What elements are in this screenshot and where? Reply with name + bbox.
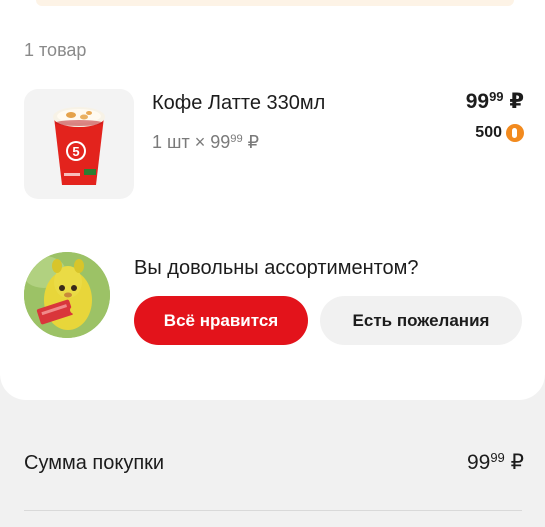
qty-currency: ₽ [242,132,260,152]
sum-rub: 99 [466,451,491,475]
suggestions-button[interactable]: Есть пожелания [320,296,522,345]
qty-text: 1 шт × 99 [152,132,231,152]
purchase-sum-value: 9999 ₽ [467,450,524,475]
order-card: 1 товар 5 Кофе Латте 330мл 1 шт × 9999 ₽… [0,0,545,400]
sum-currency: ₽ [504,451,524,475]
item-count: 1 товар [24,40,87,60]
price-currency: ₽ [503,90,524,114]
price-rub: 99 [465,90,490,114]
qty-kopecks: 99 [230,132,243,145]
feedback-question: Вы довольны ассортиментом? [134,257,419,279]
pear-mascot-avatar [24,252,110,338]
svg-text:5: 5 [72,144,79,159]
coffee-cup-icon: 5 [53,107,105,185]
bonus-points: 500 [475,124,524,142]
product-name: Кофе Латте 330мл [152,92,326,114]
bonus-value: 500 [475,124,502,141]
purchase-sum-label: Сумма покупки [24,452,165,474]
product-price: 9999 ₽ [466,89,524,114]
like-assortment-button[interactable]: Всё нравится [134,296,308,345]
pear-mascot-icon [24,252,110,338]
price-kop: 99 [489,89,504,104]
product-thumbnail[interactable]: 5 [24,89,134,199]
product-quantity: 1 шт × 9999 ₽ [152,132,259,153]
sum-kop: 99 [490,450,505,465]
top-banner-edge [36,0,514,6]
bonus-coin-icon [506,124,524,142]
divider [24,510,522,511]
